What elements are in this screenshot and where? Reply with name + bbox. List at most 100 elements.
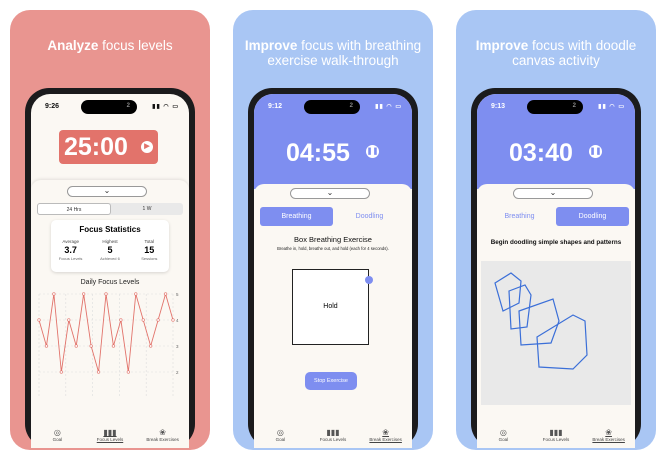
sheet-dropdown[interactable]: ⌄ xyxy=(513,188,593,199)
phone-frame: 9:26 2 ▮▮ ◠ ▭ 25:00 ▶ ⌄ 24 Hrs 1 W Focus… xyxy=(25,88,195,448)
island-label: 2 xyxy=(126,103,130,109)
segment-1w[interactable]: 1 W xyxy=(111,203,183,215)
chevron-down-icon: ⌄ xyxy=(326,188,334,197)
chevron-down-icon: ⌄ xyxy=(103,186,111,195)
timer-display: 04:55 xyxy=(286,139,350,167)
bar-chart-icon: ▮▮▮ xyxy=(549,428,563,437)
bar-chart-icon: ▮▮▮ xyxy=(103,428,117,437)
data-point xyxy=(156,318,160,322)
segment-breathing[interactable]: Breathing xyxy=(260,207,333,226)
island-label: 2 xyxy=(349,103,353,109)
status-icons: ▮▮ ◠ ▭ xyxy=(598,104,625,110)
doodle-stroke xyxy=(494,272,522,312)
lotus-icon: ❀ xyxy=(382,428,389,437)
tab-break-exercises[interactable]: ❀ Break Exercises xyxy=(583,424,635,448)
status-bar: 9:12 2 ▮▮ ◠ ▭ xyxy=(254,94,412,114)
tab-focus-levels[interactable]: ▮▮▮ Focus Levels xyxy=(307,424,359,448)
tab-label: Break Exercises xyxy=(146,437,179,442)
target-icon: ◎ xyxy=(53,428,61,437)
data-point xyxy=(104,292,108,296)
play-icon: ▶ xyxy=(144,143,150,150)
data-point xyxy=(67,318,71,322)
phone-frame: 9:12 2 ▮▮ ◠ ▭ 04:55 ❚❚ ⌄ Breathing Doodl… xyxy=(248,88,418,448)
data-point xyxy=(74,344,78,348)
play-button[interactable]: ▶ xyxy=(141,141,153,153)
stats-sheet: ⌄ 24 Hrs 1 W Focus Statistics Average 3.… xyxy=(31,180,189,424)
period-segmented-control: 24 Hrs 1 W xyxy=(37,203,183,215)
doodle-prompt: Begin doodling simple shapes and pattern… xyxy=(490,239,622,246)
data-point xyxy=(141,318,145,322)
data-point xyxy=(89,344,93,348)
target-icon: ◎ xyxy=(499,428,507,437)
data-point xyxy=(52,292,56,296)
caption-text: focus levels xyxy=(98,38,173,53)
timer-display: 03:40 xyxy=(509,139,573,167)
data-point xyxy=(44,344,49,348)
segment-doodling[interactable]: Doodling xyxy=(333,207,406,226)
breathing-box: Hold xyxy=(292,269,373,345)
data-point xyxy=(149,344,153,348)
stat-highest: Highest 5 Achieved 6 xyxy=(93,239,127,261)
segment-24hrs[interactable]: 24 Hrs xyxy=(37,203,111,215)
dynamic-island: 2 xyxy=(304,100,360,114)
status-time: 9:26 xyxy=(45,103,60,110)
doodle-canvas[interactable] xyxy=(481,261,631,405)
tab-focus-levels[interactable]: ▮▮▮ Focus Levels xyxy=(530,424,582,448)
data-point xyxy=(59,370,63,374)
doodle-stroke xyxy=(518,298,560,346)
segment-doodling[interactable]: Doodling xyxy=(556,207,629,226)
tab-bar: ◎ Goal ▮▮▮ Focus Levels ❀ Break Exercises xyxy=(254,424,412,448)
y-tick-label: 5 xyxy=(176,292,179,297)
stat-value: 3.7 xyxy=(64,245,77,255)
bar-chart-icon: ▮▮▮ xyxy=(326,428,340,437)
data-point xyxy=(119,318,123,322)
pause-button[interactable]: ❚❚ xyxy=(589,145,602,158)
tab-break-exercises[interactable]: ❀ Break Exercises xyxy=(137,424,189,448)
tab-focus-levels[interactable]: ▮▮▮ Focus Levels xyxy=(84,424,136,448)
data-point xyxy=(163,292,168,296)
tab-label: Break Exercises xyxy=(369,437,402,442)
progress-dot xyxy=(365,276,373,284)
promo-caption: Improve focus with doodle canvas activit… xyxy=(456,38,656,68)
segment-breathing[interactable]: Breathing xyxy=(483,207,556,226)
promo-caption: Analyze focus levels xyxy=(10,38,210,53)
caption-highlight: Improve xyxy=(475,38,529,53)
stop-exercise-button[interactable]: Stop Exercise xyxy=(305,372,357,390)
doodle-stroke xyxy=(536,314,588,370)
stat-total: Total 15 Sessions xyxy=(132,239,166,261)
tab-goal[interactable]: ◎ Goal xyxy=(254,424,306,448)
tab-label: Goal xyxy=(52,437,63,442)
stats-title: Focus Statistics xyxy=(79,225,141,234)
timer-display: 25:00 xyxy=(64,133,128,161)
data-point xyxy=(126,370,130,374)
caption-text: focus with doodle canvas activity xyxy=(512,38,637,68)
stat-average: Average 3.7 Focus Levels xyxy=(54,239,88,261)
pause-button[interactable]: ❚❚ xyxy=(366,145,379,158)
stat-sub: Sessions xyxy=(141,256,158,261)
status-time: 9:13 xyxy=(491,103,506,110)
tab-label: Focus Levels xyxy=(319,437,347,442)
status-bar: 9:13 2 ▮▮ ◠ ▭ xyxy=(477,94,635,114)
tab-label: Goal xyxy=(498,437,509,442)
chart-title: Daily Focus Levels xyxy=(80,279,140,286)
data-point xyxy=(111,344,116,348)
lotus-icon: ❀ xyxy=(159,428,166,437)
tab-break-exercises[interactable]: ❀ Break Exercises xyxy=(360,424,412,448)
stat-value: 5 xyxy=(107,245,113,255)
tab-goal[interactable]: ◎ Goal xyxy=(31,424,83,448)
stat-sub: Achieved 6 xyxy=(100,256,120,261)
chevron-down-icon: ⌄ xyxy=(549,188,557,197)
tab-bar: ◎ Goal ▮▮▮ Focus Levels ❀ Break Exercises xyxy=(31,424,189,448)
sheet-dropdown[interactable]: ⌄ xyxy=(290,188,370,199)
exercise-instructions: Breathe in, hold, breathe out, and hold … xyxy=(277,246,389,251)
y-tick-label: 3 xyxy=(176,344,179,349)
data-point xyxy=(134,292,138,296)
period-dropdown[interactable]: ⌄ xyxy=(67,186,147,197)
series-line xyxy=(38,292,174,373)
focus-statistics-card: Focus Statistics Average 3.7 Focus Level… xyxy=(51,220,169,272)
pause-icon: ❚❚ xyxy=(589,148,602,155)
stat-sub: Focus Levels xyxy=(58,256,83,261)
tab-goal[interactable]: ◎ Goal xyxy=(477,424,529,448)
island-label: 2 xyxy=(572,103,576,109)
focus-timer: 25:00 ▶ xyxy=(59,130,158,164)
